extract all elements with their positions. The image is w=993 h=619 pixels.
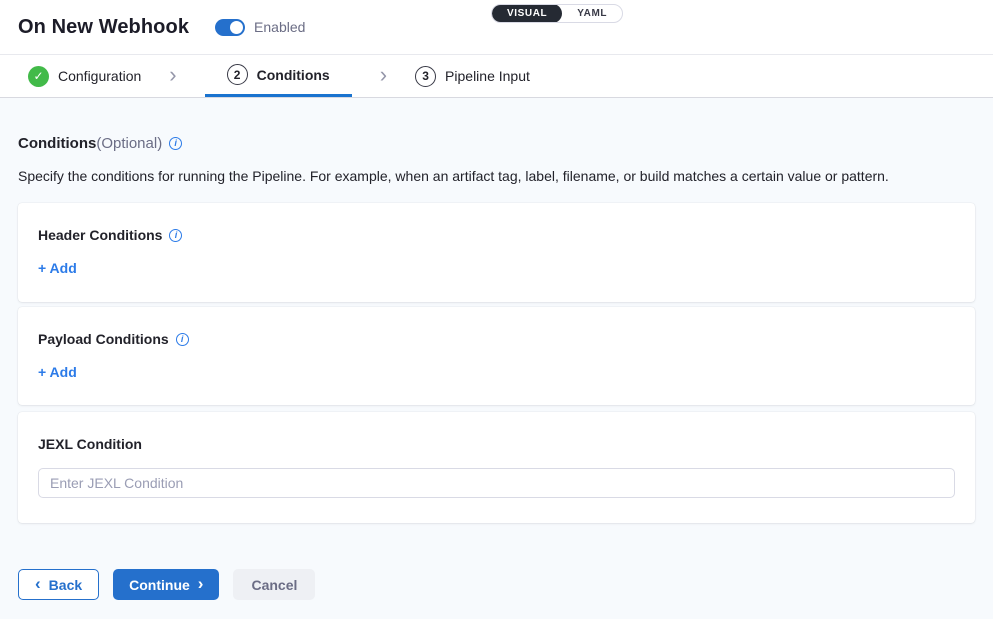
step-pipeline-input[interactable]: 3 Pipeline Input [415,55,530,97]
step-configuration[interactable]: ✓ Configuration [28,55,141,97]
back-button[interactable]: ‹ Back [18,569,99,600]
header-conditions-title: Header Conditions [38,227,162,243]
info-icon[interactable]: i [176,333,189,346]
continue-button[interactable]: Continue › [113,569,219,600]
jexl-title-row: JEXL Condition [38,436,955,452]
payload-conditions-title: Payload Conditions [38,331,169,347]
section-title: Conditions [18,135,96,152]
payload-conditions-title-row: Payload Conditions i [38,331,955,347]
chevron-right-icon: › [380,55,387,97]
step-configuration-label: Configuration [58,68,141,84]
cancel-button[interactable]: Cancel [233,569,315,600]
jexl-condition-label: JEXL Condition [38,436,142,452]
header-conditions-card: Header Conditions i + Add [18,203,975,302]
toggle-knob [230,21,243,34]
enabled-toggle-label: Enabled [254,19,305,35]
conditions-panel: Conditions (Optional) i Specify the cond… [0,135,993,600]
enabled-toggle-group: Enabled [215,19,305,36]
step-conditions-label: Conditions [257,67,330,83]
step-conditions[interactable]: 2 Conditions [205,55,352,97]
section-heading: Conditions (Optional) i [18,135,975,152]
info-icon[interactable]: i [169,137,182,150]
page-title: On New Webhook [18,16,189,39]
add-payload-condition-button[interactable]: + Add [38,364,77,380]
wizard-footer: ‹ Back Continue › Cancel [18,569,975,600]
payload-conditions-card: Payload Conditions i + Add [18,307,975,405]
check-circle-icon: ✓ [28,66,49,87]
wizard-stepper: ✓ Configuration › 2 Conditions › 3 Pipel… [0,55,993,98]
visual-yaml-switch: VISUAL YAML [491,4,623,23]
tab-yaml[interactable]: YAML [562,4,622,23]
cancel-button-label: Cancel [251,577,297,593]
jexl-condition-input[interactable] [38,468,955,498]
chevron-right-icon: › [169,55,176,97]
back-button-label: Back [49,577,82,593]
add-header-condition-button[interactable]: + Add [38,260,77,276]
section-description: Specify the conditions for running the P… [18,168,975,184]
tab-visual[interactable]: VISUAL [492,4,562,23]
continue-button-label: Continue [129,577,190,593]
section-optional-label: (Optional) [96,135,162,152]
step-3-circle: 3 [415,66,436,87]
chevron-right-icon: › [198,575,204,594]
jexl-condition-card: JEXL Condition [18,412,975,523]
step-pipeline-input-label: Pipeline Input [445,68,530,84]
page-header: On New Webhook Enabled VISUAL YAML [0,0,993,55]
step-2-circle: 2 [227,64,248,85]
webhook-trigger-page: On New Webhook Enabled VISUAL YAML ✓ Con… [0,0,993,619]
chevron-left-icon: ‹ [35,575,41,594]
enabled-toggle[interactable] [215,19,245,36]
info-icon[interactable]: i [169,229,182,242]
header-conditions-title-row: Header Conditions i [38,227,955,243]
